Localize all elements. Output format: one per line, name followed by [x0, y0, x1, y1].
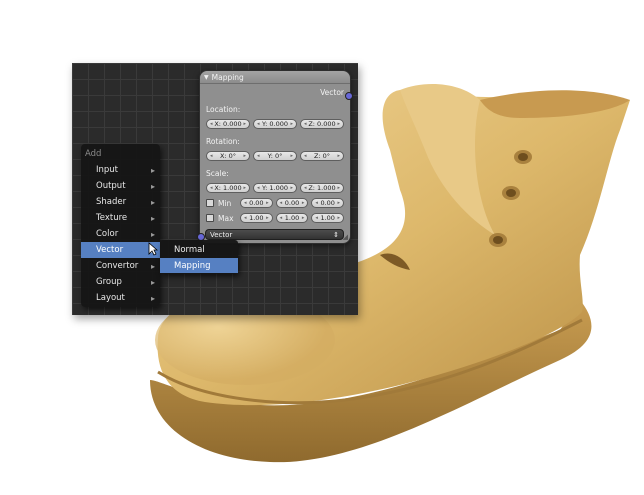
- max-checkbox[interactable]: [206, 214, 214, 222]
- menu-item-color[interactable]: Color ▸: [81, 226, 160, 242]
- vector-input-select[interactable]: Vector ⇕: [205, 229, 344, 240]
- menu-item-texture[interactable]: Texture ▸: [81, 210, 160, 226]
- add-menu-title: Add: [85, 149, 102, 159]
- min-z-field[interactable]: ◂ 0.00 ▸: [311, 198, 345, 208]
- menu-item-layout[interactable]: Layout ▸: [81, 290, 160, 306]
- mouse-cursor-icon: [148, 242, 158, 256]
- updown-arrows-icon: ⇕: [333, 230, 339, 239]
- min-label: Min: [218, 198, 232, 208]
- chevron-right-icon: ▸: [150, 277, 155, 287]
- submenu-item-normal[interactable]: Normal: [160, 242, 238, 257]
- location-z-field[interactable]: ◂ Z: 0.000 ▸: [300, 119, 344, 129]
- location-y-field[interactable]: ◂ Y: 0.000 ▸: [253, 119, 297, 129]
- location-x-field[interactable]: ◂ X: 0.000 ▸: [206, 119, 250, 129]
- scale-fields: ◂ X: 1.000 ▸ ◂ Y: 1.000 ▸ ◂ Z: 1.000 ▸: [206, 183, 344, 193]
- resize-grip-icon[interactable]: ◢: [343, 233, 348, 241]
- location-label: Location:: [206, 105, 241, 114]
- chevron-right-icon: ▸: [150, 181, 155, 191]
- node-header[interactable]: ▼ Mapping: [200, 71, 350, 84]
- submenu-item-mapping[interactable]: Mapping: [160, 258, 238, 273]
- collapse-triangle-icon[interactable]: ▼: [204, 74, 209, 81]
- node-title: Mapping: [211, 72, 244, 82]
- vector-submenu: Normal Mapping: [160, 240, 238, 274]
- chevron-right-icon: ▸: [150, 293, 155, 303]
- menu-item-convertor[interactable]: Convertor ▸: [81, 258, 160, 274]
- menu-item-shader[interactable]: Shader ▸: [81, 194, 160, 210]
- scale-y-field[interactable]: ◂ Y: 1.000 ▸: [253, 183, 297, 193]
- min-y-field[interactable]: ◂ 0.00 ▸: [275, 198, 309, 208]
- chevron-right-icon: ▸: [150, 229, 155, 239]
- chevron-right-icon: ▸: [150, 165, 155, 175]
- add-menu: Add Input ▸ Output ▸ Shader ▸ Texture ▸ Colo…: [81, 144, 160, 307]
- rotation-y-field[interactable]: ◂ Y: 0° ▸: [253, 151, 297, 161]
- menu-item-group[interactable]: Group ▸: [81, 274, 160, 290]
- mapping-node[interactable]: ▼ Mapping Vector Location: ◂ X: 0.000 ▸ ◂ Y…: [197, 70, 353, 244]
- vector-output-socket[interactable]: [345, 92, 353, 100]
- max-z-field[interactable]: ◂ 1.00 ▸: [311, 213, 345, 223]
- output-socket-label: Vector: [320, 88, 344, 97]
- rotation-x-field[interactable]: ◂ X: 0° ▸: [206, 151, 250, 161]
- min-x-field[interactable]: ◂ 0.00 ▸: [240, 198, 273, 208]
- chevron-right-icon: ▸: [150, 197, 155, 207]
- max-x-field[interactable]: ◂ 1.00 ▸: [240, 213, 273, 223]
- rotation-fields: ◂ X: 0° ▸ ◂ Y: 0° ▸ ◂ Z: 0° ▸: [206, 151, 344, 161]
- scale-x-field[interactable]: ◂ X: 1.000 ▸: [206, 183, 250, 193]
- scale-z-field[interactable]: ◂ Z: 1.000 ▸: [300, 183, 344, 193]
- rotation-label: Rotation:: [206, 137, 240, 146]
- scale-label: Scale:: [206, 169, 229, 178]
- max-label: Max: [218, 213, 234, 223]
- location-fields: ◂ X: 0.000 ▸ ◂ Y: 0.000 ▸ ◂ Z: 0.000 ▸: [206, 119, 344, 129]
- max-y-field[interactable]: ◂ 1.00 ▸: [275, 213, 309, 223]
- menu-item-input[interactable]: Input ▸: [81, 162, 160, 178]
- min-checkbox[interactable]: [206, 199, 214, 207]
- chevron-right-icon: ▸: [150, 261, 155, 271]
- chevron-right-icon: ▸: [150, 213, 155, 223]
- rotation-z-field[interactable]: ◂ Z: 0° ▸: [300, 151, 344, 161]
- max-row: Max ◂ 1.00 ▸ ◂ 1.00 ▸ ◂ 1.00 ▸: [206, 213, 345, 223]
- vector-select-label: Vector: [210, 230, 233, 239]
- min-row: Min ◂ 0.00 ▸ ◂ 0.00 ▸ ◂ 0.00 ▸: [206, 198, 345, 208]
- menu-item-output[interactable]: Output ▸: [81, 178, 160, 194]
